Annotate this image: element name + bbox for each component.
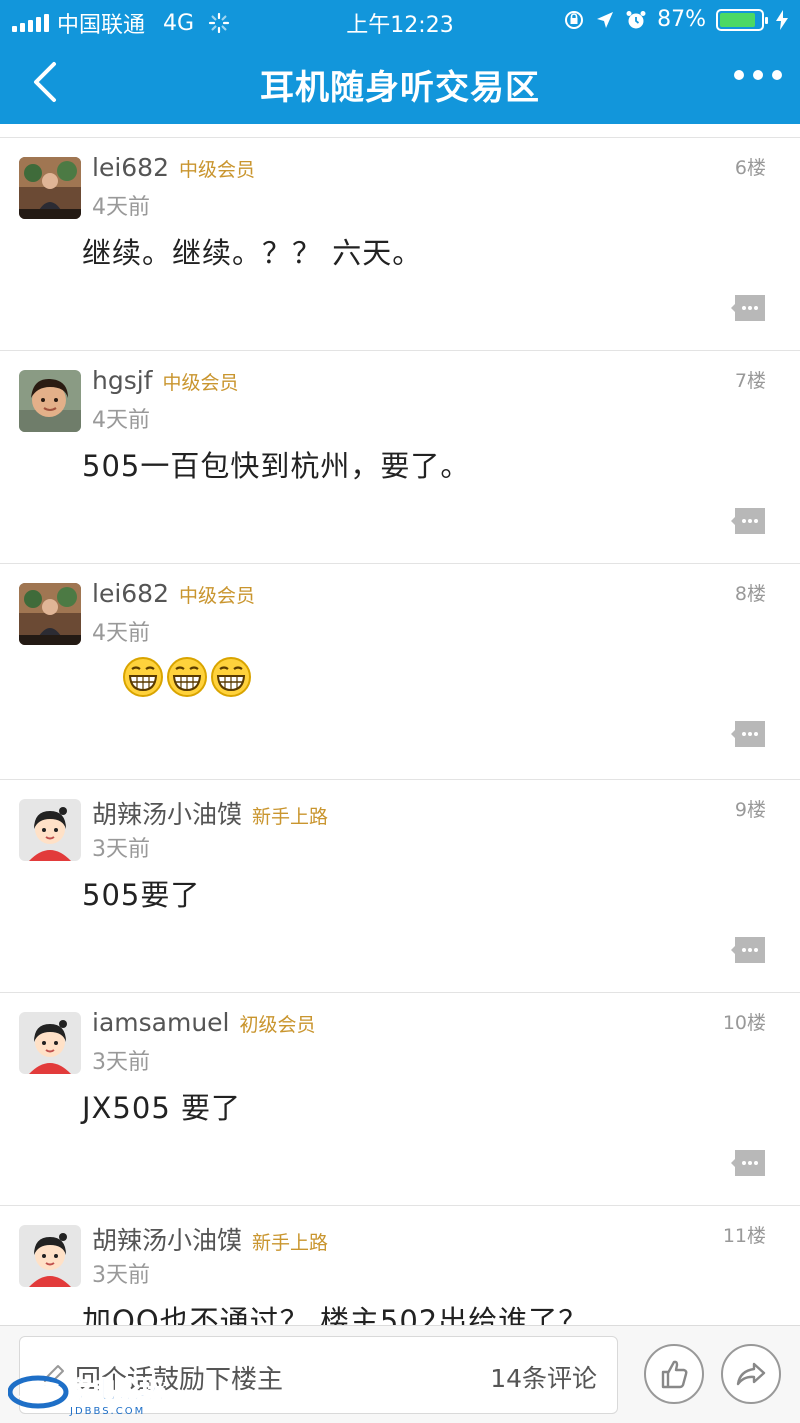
- post-time: 4天前: [92, 195, 150, 220]
- status-right: 87%: [563, 7, 788, 32]
- nav-bar: 耳机随身听交易区: [0, 40, 800, 124]
- username[interactable]: 胡辣汤小油馍 新手上路: [92, 795, 328, 831]
- reply-item: 胡辣汤小油馍 新手上路 3天前 9楼 505要了: [0, 779, 800, 992]
- avatar[interactable]: [19, 799, 81, 861]
- post-time: 4天前: [92, 408, 150, 433]
- post-time: 3天前: [92, 1050, 150, 1075]
- username[interactable]: lei682 中级会员: [92, 579, 255, 608]
- like-button[interactable]: [644, 1344, 704, 1404]
- battery-percent: 87%: [657, 7, 706, 32]
- thumbs-up-icon: [661, 1360, 688, 1389]
- member-badge: 中级会员: [179, 159, 256, 181]
- share-arrow-icon: [736, 1362, 766, 1386]
- post-time: 3天前: [92, 1263, 150, 1288]
- member-badge: 初级会员: [239, 1014, 316, 1036]
- reply-item: lei682 中级会员 4天前 6楼 继续。继续。？？ 六天。: [0, 137, 800, 350]
- floor-number: 10楼: [722, 1012, 766, 1034]
- member-badge: 中级会员: [179, 585, 256, 607]
- avatar[interactable]: [19, 157, 81, 219]
- member-badge: 中级会员: [162, 372, 239, 394]
- avatar[interactable]: [19, 583, 81, 645]
- floor-number: 6楼: [734, 157, 766, 179]
- reply-content: 505一百包快到杭州，要了。: [82, 449, 471, 483]
- username[interactable]: 胡辣汤小油馍 新手上路: [92, 1221, 328, 1257]
- site-watermark-logo: 家电论坛 JDBBS.COM: [8, 1376, 165, 1417]
- reply-list: lei682 中级会员 4天前 6楼 继续。继续。？？ 六天。 hgsjf 中级会员…: [0, 137, 800, 1418]
- member-badge: 新手上路: [252, 806, 329, 828]
- reply-content: 505要了: [82, 878, 201, 912]
- avatar[interactable]: [19, 1012, 81, 1074]
- charging-icon: [776, 9, 788, 30]
- avatar[interactable]: [19, 1225, 81, 1287]
- member-badge: 新手上路: [252, 1232, 329, 1254]
- page-title: 耳机随身听交易区: [260, 68, 540, 108]
- post-time: 3天前: [92, 837, 150, 862]
- floor-number: 9楼: [734, 799, 766, 821]
- reply-content: 继续。继续。？？ 六天。: [82, 236, 423, 270]
- username[interactable]: hgsjf 中级会员: [92, 366, 239, 395]
- avatar[interactable]: [19, 370, 81, 432]
- reply-item: lei682 中级会员 4天前 8楼: [0, 563, 800, 779]
- svg-text:家电论坛: 家电论坛: [68, 1376, 164, 1404]
- reply-item: hgsjf 中级会员 4天前 7楼 505一百包快到杭州，要了。: [0, 350, 800, 563]
- location-icon: [597, 11, 614, 28]
- reply-comment-icon[interactable]: [731, 508, 765, 534]
- svg-text:JDBBS.COM: JDBBS.COM: [69, 1406, 145, 1417]
- floor-number: 8楼: [734, 583, 766, 605]
- username[interactable]: lei682 中级会员: [92, 153, 255, 182]
- reply-content: JX505 要了: [82, 1091, 241, 1125]
- battery-icon: [716, 8, 768, 31]
- grin-emoji-icon: [167, 657, 207, 697]
- reply-content: [122, 656, 252, 698]
- grin-emoji-icon: [123, 657, 163, 697]
- reply-comment-icon[interactable]: [731, 295, 765, 321]
- username[interactable]: iamsamuel 初级会员: [92, 1008, 316, 1037]
- more-options-icon[interactable]: [734, 70, 782, 80]
- alarm-icon: [626, 10, 646, 28]
- floor-number: 7楼: [734, 370, 766, 392]
- comment-count[interactable]: 14条评论: [490, 1359, 597, 1395]
- reply-item: iamsamuel 初级会员 3天前 10楼 JX505 要了: [0, 992, 800, 1205]
- grin-emoji-icon: [211, 657, 251, 697]
- share-button[interactable]: [721, 1344, 781, 1404]
- status-bar: 中国联通 4G 上午12:23 87%: [0, 0, 800, 40]
- battery-fill: [720, 12, 755, 27]
- rotation-lock-icon: [565, 10, 584, 29]
- reply-comment-icon[interactable]: [731, 937, 765, 963]
- post-time: 4天前: [92, 621, 150, 646]
- reply-comment-icon[interactable]: [731, 721, 765, 747]
- floor-number: 11楼: [722, 1225, 766, 1247]
- reply-comment-icon[interactable]: [731, 1150, 765, 1176]
